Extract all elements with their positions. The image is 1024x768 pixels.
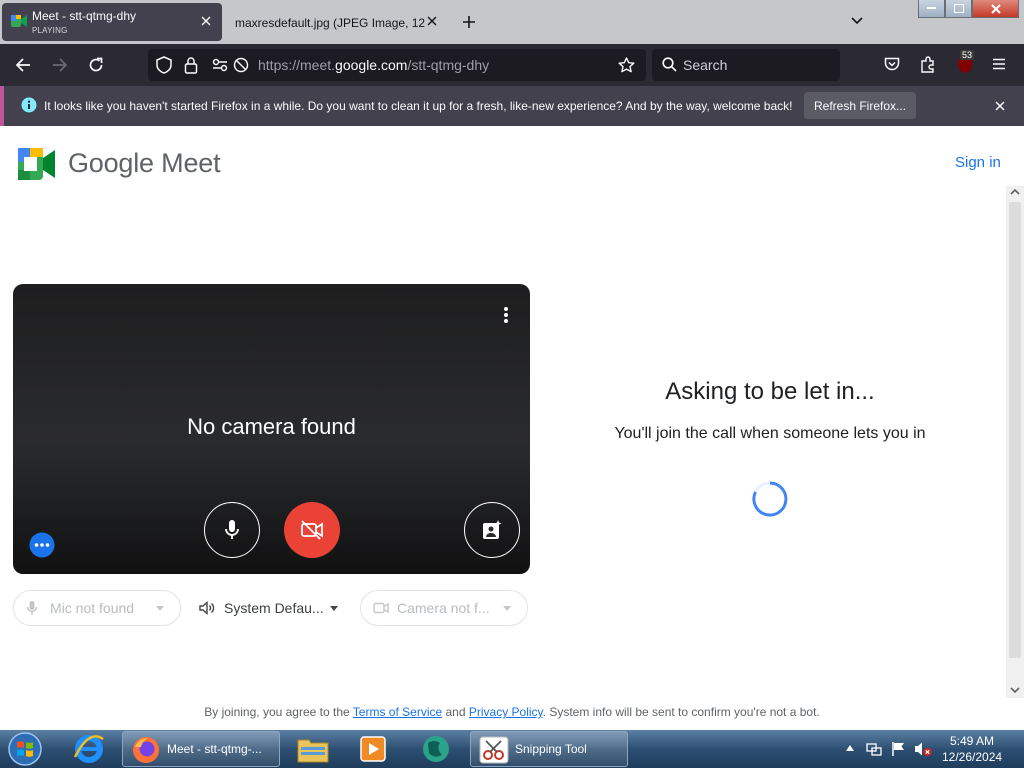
ublock-shield-icon[interactable]: 53 <box>956 50 975 74</box>
extensions-puzzle-icon[interactable] <box>920 56 936 73</box>
forward-arrow-icon[interactable] <box>52 57 68 73</box>
back-arrow-icon[interactable] <box>15 57 31 73</box>
mic-select[interactable]: Mic not found <box>13 590 181 626</box>
close-window-button[interactable] <box>972 0 1019 18</box>
tab-close-icon[interactable] <box>201 16 211 26</box>
microphone-icon <box>225 520 239 539</box>
search-bar[interactable]: Search <box>652 49 840 81</box>
camera-icon <box>373 602 389 614</box>
scroll-down-icon[interactable] <box>1010 686 1020 694</box>
windows-taskbar: Meet - stt-qtmg-... Snipping Tool 5:49 A… <box>0 730 1024 768</box>
network-icon[interactable] <box>866 741 882 757</box>
join-message: You'll join the call when someone lets y… <box>614 425 926 442</box>
permissions-icon[interactable] <box>212 58 228 72</box>
clock-time[interactable]: 5:49 AM <box>950 734 994 748</box>
info-icon <box>21 97 37 113</box>
speaker-label: System Defau... <box>224 600 324 616</box>
microphone-button[interactable] <box>204 502 260 558</box>
start-button[interactable] <box>4 731 46 767</box>
taskbar-snipping-label: Snipping Tool <box>515 742 587 756</box>
navigation-toolbar: https://meet.google.com/stt-qtmg-dhy Sea… <box>0 44 1024 86</box>
refresh-firefox-button[interactable]: Refresh Firefox... <box>804 92 916 119</box>
camera-select[interactable]: Camera not f... <box>360 590 528 626</box>
notification-bar: It looks like you haven't started Firefo… <box>0 86 1024 126</box>
backgrounds-effects-button[interactable] <box>464 502 520 558</box>
tab-meet[interactable]: Meet - stt-qtmg-dhy PLAYING <box>2 3 222 41</box>
camera-off-button[interactable] <box>284 502 340 558</box>
new-tab-icon[interactable] <box>462 15 476 29</box>
tab-playing-label: PLAYING <box>32 26 68 35</box>
close-notification-icon[interactable] <box>995 101 1005 111</box>
brand-name: Google Meet <box>68 148 221 178</box>
taskbar-snipping-tool[interactable]: Snipping Tool <box>470 731 628 767</box>
tracking-shield-icon[interactable] <box>156 56 172 74</box>
chevron-down-icon <box>156 606 164 611</box>
minimize-button[interactable] <box>918 0 945 18</box>
camera-label: Camera not f... <box>397 600 490 616</box>
lock-icon[interactable] <box>184 56 198 74</box>
internet-explorer-icon[interactable] <box>72 733 106 765</box>
speaker-icon <box>199 601 215 615</box>
tab-title: maxresdefault.jpg (JPEG Image, 128 <box>235 16 425 30</box>
asking-title: Asking to be let in... <box>665 378 875 405</box>
speaker-select[interactable]: System Defau... <box>186 590 352 626</box>
video-preview: No camera found <box>13 284 530 574</box>
app-globe-icon[interactable] <box>420 733 452 765</box>
tab-image[interactable]: maxresdefault.jpg (JPEG Image, 128 <box>224 3 446 41</box>
browser-titlebar: Meet - stt-qtmg-dhy PLAYING maxresdefaul… <box>0 0 1024 44</box>
more-options-icon[interactable] <box>503 306 509 324</box>
maximize-button[interactable] <box>945 0 972 18</box>
visual-effects-icon <box>483 520 502 539</box>
tab-close-icon[interactable] <box>427 16 437 26</box>
scroll-thumb[interactable] <box>1009 202 1021 658</box>
media-player-icon[interactable] <box>358 734 388 764</box>
firefox-icon <box>131 735 161 765</box>
scroll-up-icon[interactable] <box>1010 188 1020 196</box>
chevron-down-icon <box>330 606 338 611</box>
chevron-down-icon <box>503 606 511 611</box>
meet-page: Google Meet Sign in No camera found Mic … <box>0 128 1024 730</box>
camera-off-icon <box>301 520 323 540</box>
show-hidden-icons-chevron-icon[interactable] <box>846 745 854 751</box>
terms-of-service-link[interactable]: Terms of Service <box>353 705 442 719</box>
meet-favicon-icon <box>11 14 27 28</box>
tab-title: Meet - stt-qtmg-dhy <box>32 9 137 23</box>
scissors-icon <box>479 736 509 764</box>
extension-badge: 53 <box>960 50 975 60</box>
loading-spinner-icon <box>752 481 788 517</box>
url-text[interactable]: https://meet.google.com/stt-qtmg-dhy <box>258 57 489 73</box>
bookmark-star-icon[interactable] <box>618 57 635 73</box>
mic-label: Mic not found <box>50 600 135 616</box>
action-center-flag-icon[interactable] <box>891 741 905 757</box>
privacy-policy-link[interactable]: Privacy Policy <box>469 705 543 719</box>
no-camera-message: No camera found <box>187 414 356 439</box>
search-icon <box>662 57 677 72</box>
notification-text: It looks like you haven't started Firefo… <box>44 99 793 113</box>
address-bar[interactable]: https://meet.google.com/stt-qtmg-dhy <box>148 49 646 81</box>
list-tabs-chevron-down-icon[interactable] <box>851 17 863 25</box>
page-scrollbar[interactable] <box>1006 186 1024 698</box>
search-input[interactable]: Search <box>683 57 727 73</box>
mic-icon <box>26 600 38 616</box>
hamburger-menu-icon[interactable] <box>992 58 1006 70</box>
legal-footer: By joining, you agree to the Terms of Se… <box>204 705 820 719</box>
taskbar-firefox-meet[interactable]: Meet - stt-qtmg-... <box>122 731 280 767</box>
reload-icon[interactable] <box>88 57 104 73</box>
camera-blocked-icon[interactable] <box>233 57 249 73</box>
taskbar-firefox-label: Meet - stt-qtmg-... <box>167 742 262 756</box>
volume-muted-icon[interactable] <box>914 741 932 757</box>
sign-in-link[interactable]: Sign in <box>955 154 1001 171</box>
effects-dots-icon[interactable] <box>29 532 55 558</box>
clock-date[interactable]: 12/26/2024 <box>942 750 1002 764</box>
file-explorer-icon[interactable] <box>296 734 330 764</box>
pocket-icon[interactable] <box>884 57 900 72</box>
google-meet-logo-icon <box>18 148 56 180</box>
